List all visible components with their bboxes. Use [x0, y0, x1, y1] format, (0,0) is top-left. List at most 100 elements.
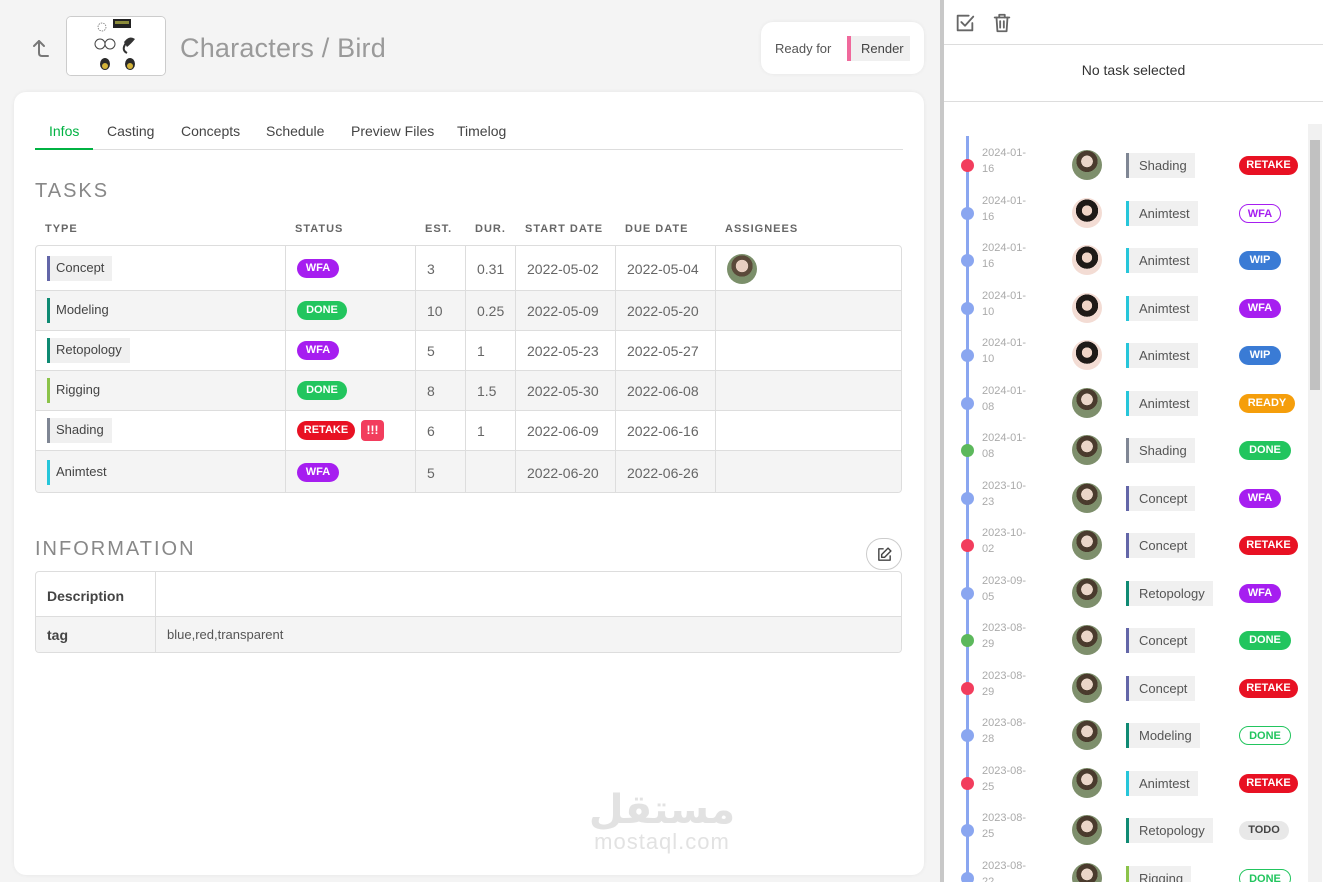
due-date-cell[interactable]: 2022-05-04	[627, 261, 699, 277]
ready-for-select[interactable]: Render	[847, 36, 910, 61]
start-date-cell[interactable]: 2022-05-02	[527, 261, 599, 277]
timeline-item[interactable]: 2023-08- 25 Animtest RETAKE	[944, 763, 1304, 810]
start-date-cell[interactable]: 2022-05-30	[527, 383, 599, 399]
status-badge[interactable]: WFA	[1239, 203, 1281, 223]
timeline-task-chip[interactable]: Concept	[1126, 485, 1196, 511]
timeline-task-chip[interactable]: Shading	[1126, 153, 1195, 178]
estimation-cell[interactable]: 5	[427, 465, 435, 481]
tab-casting[interactable]: Casting	[107, 123, 154, 139]
avatar[interactable]	[1072, 530, 1102, 560]
status-badge[interactable]: DONE	[1239, 441, 1291, 460]
task-row[interactable]: Rigging DONE 8 1.5 2022-05-30 2022-06-08	[36, 371, 901, 411]
timeline-item[interactable]: 2024-01- 16 Shading RETAKE	[944, 145, 1304, 192]
estimation-cell[interactable]: 5	[427, 343, 435, 359]
avatar[interactable]	[1072, 482, 1102, 513]
timeline-task-chip[interactable]: Concept	[1126, 628, 1196, 653]
avatar[interactable]	[1072, 435, 1102, 465]
avatar[interactable]	[1072, 672, 1102, 703]
tab-infos[interactable]: Infos	[49, 123, 79, 139]
status-badge[interactable]: DONE	[1239, 726, 1291, 745]
timeline-item[interactable]: 2023-09- 05 Retopology WFA	[944, 573, 1304, 620]
avatar[interactable]	[1072, 625, 1102, 655]
timeline-item[interactable]: 2023-08- 25 Retopology TODO	[944, 810, 1304, 857]
status-badge[interactable]: WFA	[1239, 583, 1281, 603]
due-date-cell[interactable]: 2022-05-20	[627, 303, 699, 319]
avatar[interactable]	[1072, 292, 1102, 323]
task-type-chip[interactable]: Modeling	[47, 298, 117, 323]
timeline-task-chip[interactable]: Concept	[1126, 533, 1196, 558]
status-badge[interactable]: DONE	[1239, 631, 1291, 650]
task-row[interactable]: Retopology WFA 5 1 2022-05-23 2022-05-27	[36, 331, 901, 371]
status-badge[interactable]: DONE	[297, 381, 347, 400]
avatar[interactable]	[1072, 387, 1102, 418]
timeline-item[interactable]: 2023-10- 02 Concept RETAKE	[944, 525, 1304, 572]
timeline-task-chip[interactable]: Animtest	[1126, 770, 1198, 796]
timeline-task-chip[interactable]: Animtest	[1126, 248, 1198, 273]
task-type-chip[interactable]: Retopology	[47, 338, 130, 363]
timeline-task-chip[interactable]: Modeling	[1126, 723, 1200, 748]
avatar[interactable]	[1072, 245, 1102, 275]
back-arrow-icon[interactable]	[28, 36, 52, 60]
timeline-task-chip[interactable]: Retopology	[1126, 818, 1213, 843]
edit-button[interactable]	[866, 538, 902, 570]
status-badge[interactable]: RETAKE	[1239, 773, 1298, 793]
task-row[interactable]: Animtest WFA 5 2022-06-20 2022-06-26	[36, 451, 901, 492]
status-badge[interactable]: WIP	[1239, 251, 1281, 270]
timeline-item[interactable]: 2024-01- 08 Animtest READY	[944, 383, 1304, 430]
status-badge[interactable]: RETAKE	[1239, 536, 1298, 555]
status-badge[interactable]: WFA	[297, 341, 339, 360]
timeline-task-chip[interactable]: Animtest	[1126, 200, 1198, 226]
timeline-item[interactable]: 2024-01- 10 Animtest WFA	[944, 288, 1304, 335]
due-date-cell[interactable]: 2022-06-16	[627, 423, 699, 439]
timeline-item[interactable]: 2024-01- 10 Animtest WIP	[944, 335, 1304, 382]
tab-timelog[interactable]: Timelog	[457, 123, 506, 139]
estimation-cell[interactable]: 10	[427, 303, 443, 319]
avatar[interactable]	[1072, 340, 1102, 370]
status-badge[interactable]: WFA	[297, 463, 339, 482]
status-badge[interactable]: WIP	[1239, 346, 1281, 365]
avatar[interactable]	[1072, 150, 1102, 180]
start-date-cell[interactable]: 2022-05-09	[527, 303, 599, 319]
estimation-cell[interactable]: 6	[427, 423, 435, 439]
task-type-chip[interactable]: Concept	[47, 256, 113, 281]
task-type-chip[interactable]: Rigging	[47, 378, 108, 403]
tab-preview-files[interactable]: Preview Files	[351, 123, 434, 139]
start-date-cell[interactable]: 2022-06-20	[527, 465, 599, 481]
timeline-task-chip[interactable]: Retopology	[1126, 580, 1213, 606]
start-date-cell[interactable]: 2022-05-23	[527, 343, 599, 359]
status-badge[interactable]: WFA	[1239, 298, 1281, 318]
timeline-item[interactable]: 2023-08- 29 Concept DONE	[944, 620, 1304, 667]
task-row[interactable]: Modeling DONE 10 0.25 2022-05-09 2022-05…	[36, 291, 901, 331]
status-badge[interactable]: RETAKE	[1239, 156, 1298, 175]
task-type-chip[interactable]: Animtest	[47, 460, 115, 485]
status-badge[interactable]: READY	[1239, 393, 1295, 413]
avatar[interactable]	[1072, 815, 1102, 845]
start-date-cell[interactable]: 2022-06-09	[527, 423, 599, 439]
timeline-task-chip[interactable]: Animtest	[1126, 343, 1198, 368]
tab-schedule[interactable]: Schedule	[266, 123, 324, 139]
timeline-item[interactable]: 2023-08- 29 Concept RETAKE	[944, 668, 1304, 715]
scrollbar-thumb[interactable]	[1310, 140, 1320, 390]
status-badge[interactable]: WFA	[1239, 488, 1281, 508]
assignee-avatar[interactable]	[727, 254, 757, 284]
timeline-item[interactable]: 2023-08- 22 Rigging DONE	[944, 858, 1304, 882]
task-row[interactable]: Shading RETAKE !!! 6 1 2022-06-09 2022-0…	[36, 411, 901, 451]
timeline-task-chip[interactable]: Animtest	[1126, 295, 1198, 321]
task-type-chip[interactable]: Shading	[47, 418, 112, 443]
entity-thumbnail[interactable]	[66, 16, 166, 76]
avatar[interactable]	[1072, 862, 1102, 882]
avatar[interactable]	[1072, 767, 1102, 798]
avatar[interactable]	[1072, 577, 1102, 608]
timeline-item[interactable]: 2023-10- 23 Concept WFA	[944, 478, 1304, 525]
due-date-cell[interactable]: 2022-06-26	[627, 465, 699, 481]
timeline-task-chip[interactable]: Rigging	[1126, 865, 1192, 882]
checkbox-icon[interactable]	[954, 12, 976, 34]
timeline-task-chip[interactable]: Shading	[1126, 438, 1195, 463]
avatar[interactable]	[1072, 197, 1102, 228]
due-date-cell[interactable]: 2022-05-27	[627, 343, 699, 359]
due-date-cell[interactable]: 2022-06-08	[627, 383, 699, 399]
trash-icon[interactable]	[991, 12, 1013, 34]
timeline-item[interactable]: 2024-01- 16 Animtest WFA	[944, 193, 1304, 240]
avatar[interactable]	[1072, 720, 1102, 750]
estimation-cell[interactable]: 3	[427, 261, 435, 277]
